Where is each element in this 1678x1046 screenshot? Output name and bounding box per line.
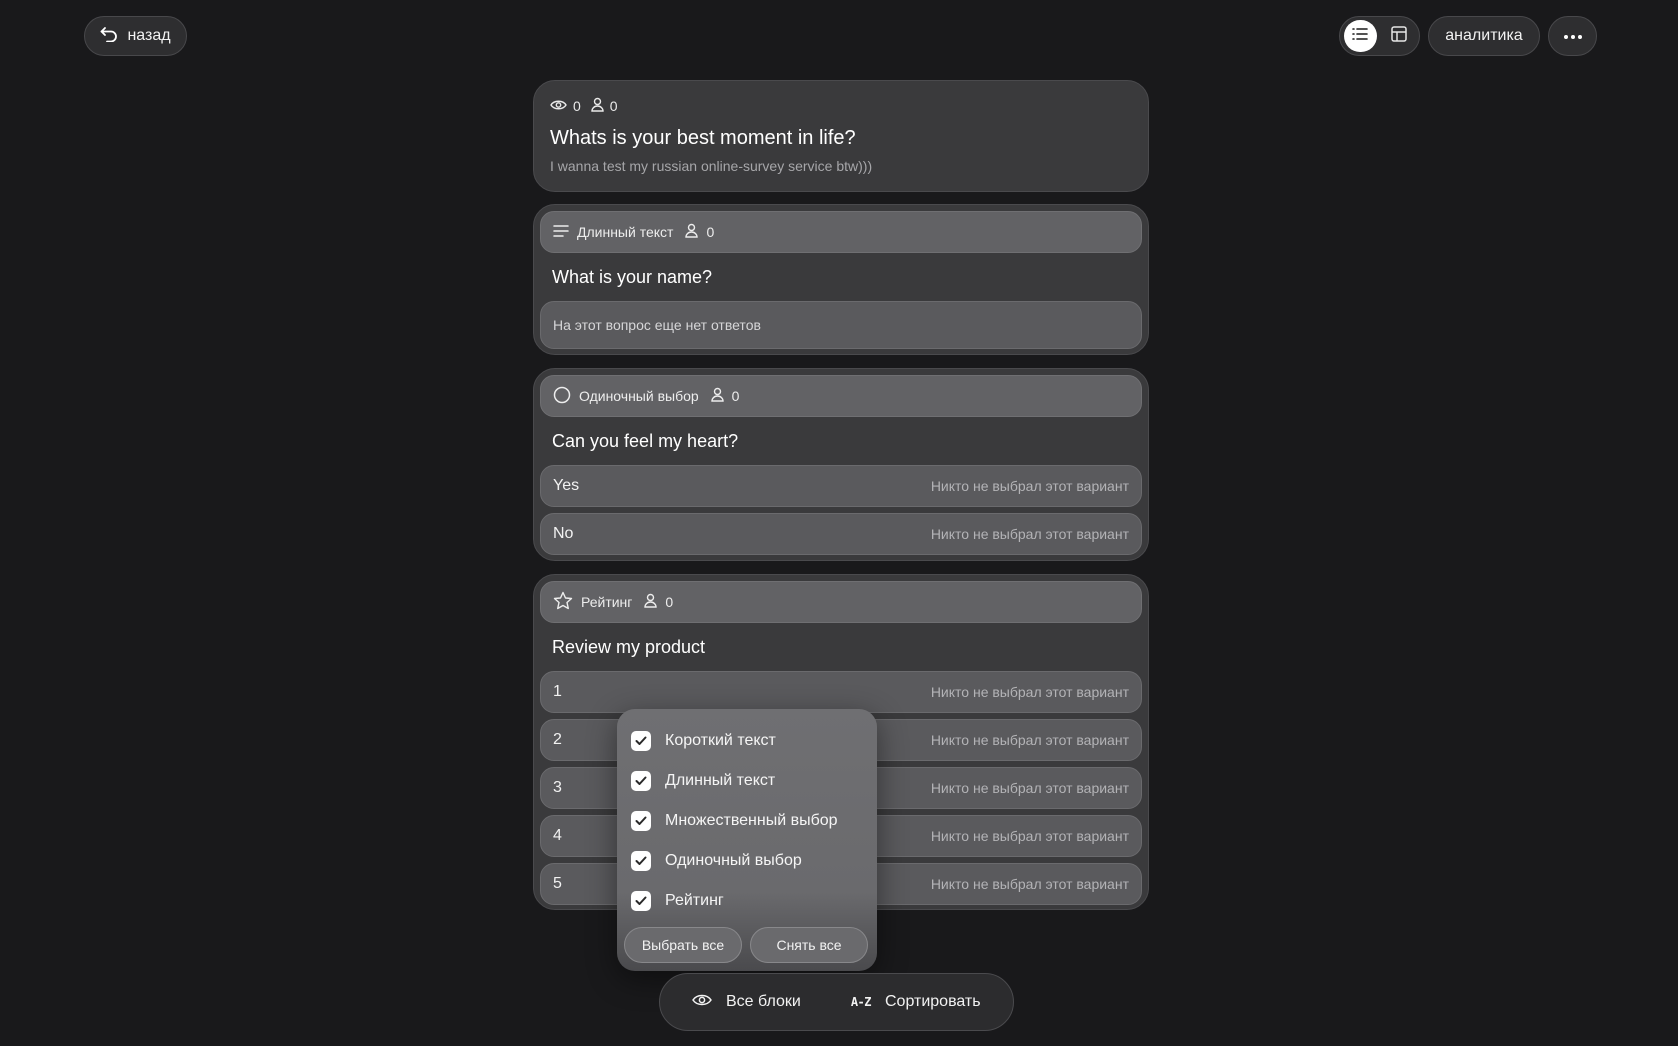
star-icon [553,591,573,613]
question-title: Can you feel my heart? [552,431,739,451]
question-respondents: 0 [706,224,715,240]
question-respondents: 0 [665,594,674,610]
undo-arrow-icon [100,26,118,47]
respondents-stat: 0 [591,97,618,115]
bottom-toolbar: Все блоки A-Z Сортировать [659,973,1014,1031]
filter-option-label: Одиночный выбор [665,852,802,869]
analytics-label: аналитика [1445,27,1523,44]
analytics-button[interactable]: аналитика [1428,16,1540,56]
clear-all-button[interactable]: Снять все [750,927,868,963]
user-icon [591,97,604,115]
survey-header-card: 0 0 Whats is your best moment in life? I… [533,80,1149,192]
checkbox-checked-icon[interactable] [631,731,651,751]
rating-stat-note: Никто не выбрал этот вариант [930,876,1129,892]
filter-actions: Выбрать все Снять все [624,927,870,963]
rating-value: 1 [553,683,562,700]
question-type-label: Одиночный выбор [579,388,699,404]
grid-view-button[interactable] [1383,20,1416,52]
list-view-button[interactable] [1344,20,1377,52]
checkbox-checked-icon[interactable] [631,891,651,911]
back-label: назад [127,27,171,44]
sort-label: Сортировать [885,993,981,1010]
option-label: No [553,525,574,542]
checkbox-checked-icon[interactable] [631,771,651,791]
radio-circle-icon [553,386,571,407]
question-title: Review my product [552,637,706,657]
checkbox-checked-icon[interactable] [631,811,651,831]
question-type-bar: Длинный текст 0 [540,211,1142,253]
survey-title: Whats is your best moment in life? [550,127,856,149]
option-row: Yes Никто не выбрал этот вариант [540,465,1142,507]
no-answers-placeholder: На этот вопрос еще нет ответов [540,301,1142,349]
filter-option-label: Короткий текст [665,732,776,749]
question-card: Длинный текст 0 What is your name? На эт… [533,204,1149,355]
filter-option-short-text[interactable]: Короткий текст [631,721,863,761]
checkbox-checked-icon[interactable] [631,851,651,871]
block-filter-menu: Короткий текст Длинный текст Множественн… [617,709,877,971]
rating-stat-note: Никто не выбрал этот вариант [930,828,1129,844]
user-icon [710,387,724,405]
option-label: Yes [553,477,580,494]
question-type-label: Длинный текст [577,224,674,240]
back-button[interactable]: назад [84,16,187,56]
views-stat: 0 [550,98,581,114]
option-stat-note: Никто не выбрал этот вариант [930,526,1129,542]
select-all-button[interactable]: Выбрать все [624,927,742,963]
more-dots-icon [1563,27,1583,45]
filter-option-label: Множественный выбор [665,812,838,829]
sort-button[interactable]: A-Z Сортировать [851,993,981,1011]
eye-icon [550,98,567,114]
filter-option-rating[interactable]: Рейтинг [631,881,863,921]
view-mode-toggle [1339,16,1420,56]
survey-description: I wanna test my russian online-survey se… [550,158,873,174]
table-icon [1391,25,1407,47]
rating-value: 3 [553,779,562,796]
option-row: No Никто не выбрал этот вариант [540,513,1142,555]
more-options-button[interactable] [1548,16,1597,56]
question-type-label: Рейтинг [581,594,633,610]
filter-option-long-text[interactable]: Длинный текст [631,761,863,801]
all-blocks-button[interactable]: Все блоки [692,993,801,1012]
list-icon [1352,27,1369,46]
question-respondents: 0 [731,388,740,404]
rating-stat-note: Никто не выбрал этот вариант [930,780,1129,796]
rating-stat-note: Никто не выбрал этот вариант [930,684,1129,700]
user-icon [685,223,699,241]
question-card: Одиночный выбор 0 Can you feel my heart?… [533,368,1149,561]
option-stat-note: Никто не выбрал этот вариант [930,478,1129,494]
long-text-icon [553,224,569,241]
user-icon [644,593,658,611]
question-type-bar: Рейтинг 0 [540,581,1142,623]
rating-value: 5 [553,875,562,892]
eye-icon [692,993,712,1012]
filter-option-label: Длинный текст [665,772,776,789]
sort-az-icon: A-Z [850,995,872,1009]
all-blocks-label: Все блоки [726,993,801,1010]
rating-value: 2 [553,731,562,748]
filter-option-single-choice[interactable]: Одиночный выбор [631,841,863,881]
filter-option-label: Рейтинг [665,892,724,909]
question-title: What is your name? [552,267,713,287]
views-count: 0 [573,98,581,114]
question-type-bar: Одиночный выбор 0 [540,375,1142,417]
rating-value: 4 [553,827,562,844]
filter-option-multiple-choice[interactable]: Множественный выбор [631,801,863,841]
rating-stat-note: Никто не выбрал этот вариант [930,732,1129,748]
respondents-count: 0 [609,98,618,114]
survey-stats: 0 0 [550,97,1132,115]
rating-row: 1 Никто не выбрал этот вариант [540,671,1142,713]
